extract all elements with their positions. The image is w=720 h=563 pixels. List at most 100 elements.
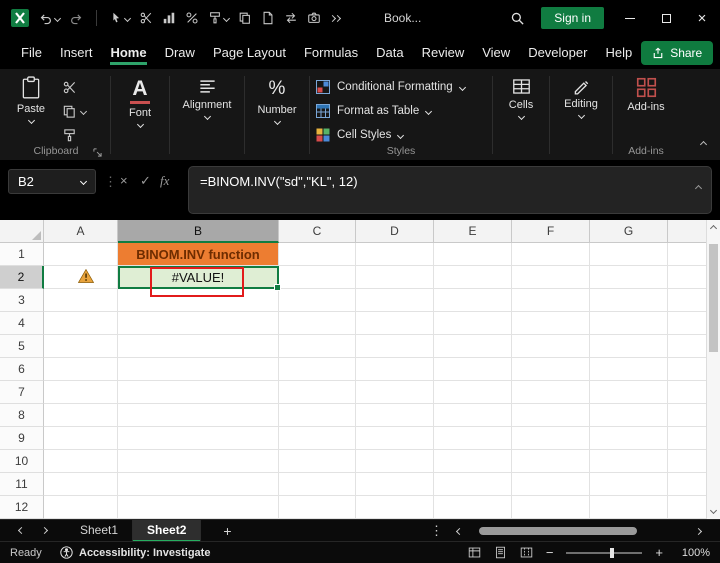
- cell-C4[interactable]: [279, 312, 356, 335]
- document-button[interactable]: [261, 11, 275, 25]
- cell-B6[interactable]: [118, 358, 279, 381]
- row-header-5[interactable]: 5: [0, 335, 44, 358]
- tab-home[interactable]: Home: [101, 36, 155, 69]
- cell-G10[interactable]: [590, 450, 668, 473]
- cell-D9[interactable]: [356, 427, 434, 450]
- cell-F5[interactable]: [512, 335, 590, 358]
- cell-C9[interactable]: [279, 427, 356, 450]
- cell-F7[interactable]: [512, 381, 590, 404]
- tab-file[interactable]: File: [12, 36, 51, 69]
- alignment-group-button[interactable]: Alignment: [176, 74, 238, 160]
- conditional-formatting-button[interactable]: Conditional Formatting: [316, 77, 486, 97]
- excel-app-icon[interactable]: [10, 8, 30, 28]
- name-box[interactable]: B2: [8, 169, 96, 194]
- tab-draw[interactable]: Draw: [156, 36, 204, 69]
- editing-group-button[interactable]: Editing: [556, 74, 606, 160]
- cell-C5[interactable]: [279, 335, 356, 358]
- minimize-button[interactable]: [612, 0, 648, 36]
- tab-developer[interactable]: Developer: [519, 36, 596, 69]
- column-header-F[interactable]: F: [512, 220, 590, 243]
- row-header-12[interactable]: 12: [0, 496, 44, 519]
- cell-C8[interactable]: [279, 404, 356, 427]
- scroll-left-arrow[interactable]: [455, 527, 464, 535]
- tab-insert[interactable]: Insert: [51, 36, 102, 69]
- cell-D5[interactable]: [356, 335, 434, 358]
- accessibility-checker[interactable]: Accessibility: Investigate: [60, 546, 210, 559]
- cell-A7[interactable]: [44, 381, 118, 404]
- cell-F3[interactable]: [512, 289, 590, 312]
- cell-F11[interactable]: [512, 473, 590, 496]
- cell-C3[interactable]: [279, 289, 356, 312]
- cell-styles-button[interactable]: Cell Styles: [316, 125, 486, 145]
- column-header-E[interactable]: E: [434, 220, 512, 243]
- row-header-7[interactable]: 7: [0, 381, 44, 404]
- cell-E12[interactable]: [434, 496, 512, 519]
- cell-A5[interactable]: [44, 335, 118, 358]
- cell-C6[interactable]: [279, 358, 356, 381]
- sheet-tab-sheet1[interactable]: Sheet1: [66, 519, 134, 542]
- cell-C12[interactable]: [279, 496, 356, 519]
- cell-G1[interactable]: [590, 243, 668, 266]
- tab-page-layout[interactable]: Page Layout: [204, 36, 295, 69]
- font-group-button[interactable]: A Font: [117, 74, 163, 160]
- tab-data[interactable]: Data: [367, 36, 412, 69]
- row-header-3[interactable]: 3: [0, 289, 44, 312]
- cell-A9[interactable]: [44, 427, 118, 450]
- cell-E10[interactable]: [434, 450, 512, 473]
- scroll-up-arrow[interactable]: [709, 224, 718, 233]
- camera-button[interactable]: [307, 11, 321, 25]
- zoom-in-button[interactable]: +: [655, 545, 663, 560]
- cell-F6[interactable]: [512, 358, 590, 381]
- cell-G6[interactable]: [590, 358, 668, 381]
- tab-bar-kebab-icon[interactable]: ⋮: [430, 523, 443, 539]
- redo-button[interactable]: [69, 11, 84, 26]
- maximize-button[interactable]: [648, 0, 684, 36]
- zoom-slider-thumb[interactable]: [610, 547, 615, 558]
- sheet-tab-sheet2[interactable]: Sheet2: [133, 519, 202, 542]
- page-layout-view-icon[interactable]: [494, 546, 507, 559]
- page-break-preview-icon[interactable]: [520, 546, 533, 559]
- cell-C1[interactable]: [279, 243, 356, 266]
- cell-E9[interactable]: [434, 427, 512, 450]
- cell-A6[interactable]: [44, 358, 118, 381]
- clipboard-dialog-launcher[interactable]: [93, 148, 102, 157]
- zoom-level[interactable]: 100%: [676, 547, 710, 559]
- column-header-D[interactable]: D: [356, 220, 434, 243]
- cell-D4[interactable]: [356, 312, 434, 335]
- formula-bar-kebab-icon[interactable]: ⋮: [104, 174, 117, 190]
- tab-formulas[interactable]: Formulas: [295, 36, 367, 69]
- cell-C10[interactable]: [279, 450, 356, 473]
- format-painter-button[interactable]: [208, 11, 231, 25]
- column-header-A[interactable]: A: [44, 220, 118, 243]
- search-icon[interactable]: [510, 11, 525, 26]
- copy-button[interactable]: [62, 104, 88, 119]
- scroll-right-arrow[interactable]: [694, 527, 703, 535]
- cell-G11[interactable]: [590, 473, 668, 496]
- format-as-table-button[interactable]: Format as Table: [316, 101, 486, 121]
- cut-button[interactable]: [62, 80, 86, 95]
- next-sheet-arrow[interactable]: [41, 526, 49, 535]
- cell-F9[interactable]: [512, 427, 590, 450]
- name-box-dropdown-chevron[interactable]: [79, 177, 88, 186]
- cell-A1[interactable]: [44, 243, 118, 266]
- cell-A3[interactable]: [44, 289, 118, 312]
- toolbar-overflow-button[interactable]: [328, 14, 342, 22]
- new-sheet-button[interactable]: +: [217, 523, 237, 539]
- cell-G8[interactable]: [590, 404, 668, 427]
- cell-D6[interactable]: [356, 358, 434, 381]
- cell-G5[interactable]: [590, 335, 668, 358]
- fill-handle[interactable]: [274, 284, 281, 291]
- format-painter-button[interactable]: [62, 128, 86, 143]
- cell-F8[interactable]: [512, 404, 590, 427]
- cell-G3[interactable]: [590, 289, 668, 312]
- normal-view-icon[interactable]: [468, 546, 481, 559]
- cell-B9[interactable]: [118, 427, 279, 450]
- cell-G4[interactable]: [590, 312, 668, 335]
- row-header-6[interactable]: 6: [0, 358, 44, 381]
- row-header-11[interactable]: 11: [0, 473, 44, 496]
- cell-B5[interactable]: [118, 335, 279, 358]
- horizontal-scroll-thumb[interactable]: [479, 527, 637, 535]
- cell-B4[interactable]: [118, 312, 279, 335]
- cell-C11[interactable]: [279, 473, 356, 496]
- close-button[interactable]: ×: [684, 0, 720, 36]
